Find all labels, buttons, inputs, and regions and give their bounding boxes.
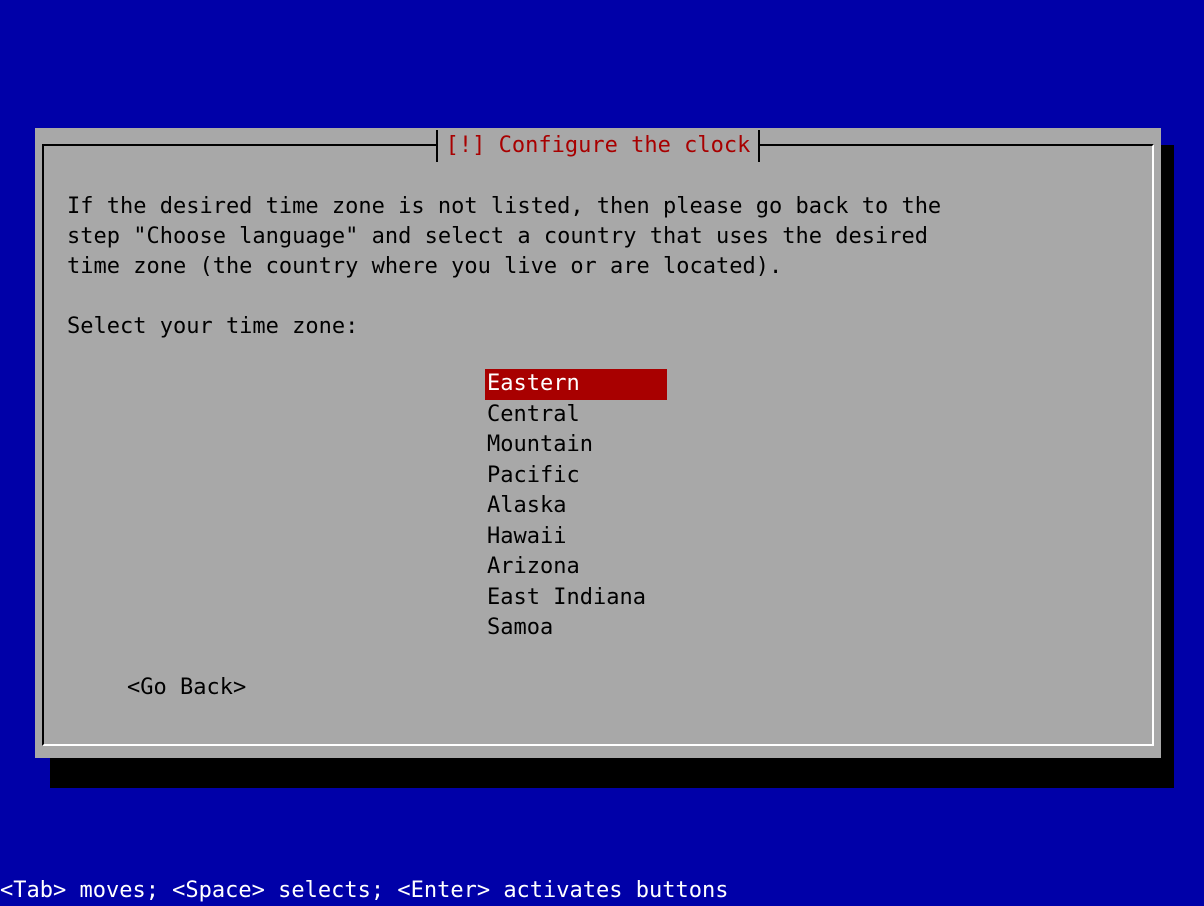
timezone-prompt: Select your time zone: — [67, 314, 359, 339]
timezone-option-arizona[interactable]: Arizona — [485, 552, 667, 583]
timezone-option-samoa[interactable]: Samoa — [485, 613, 667, 644]
go-back-button[interactable]: <Go Back> — [127, 673, 246, 703]
timezone-list[interactable]: Eastern Central Mountain Pacific Alaska … — [485, 369, 667, 644]
dialog-title-bar: [!] Configure the clock — [35, 130, 1161, 162]
dialog-description: If the desired time zone is not listed, … — [67, 194, 942, 279]
timezone-option-east-indiana[interactable]: East Indiana — [485, 583, 667, 614]
configure-clock-dialog: [!] Configure the clock If the desired t… — [35, 128, 1161, 758]
keyboard-help-line: <Tab> moves; <Space> selects; <Enter> ac… — [0, 878, 729, 903]
timezone-option-central[interactable]: Central — [485, 400, 667, 431]
installer-screen: [!] Configure the clock If the desired t… — [0, 0, 1204, 906]
timezone-option-pacific[interactable]: Pacific — [485, 461, 667, 492]
timezone-option-alaska[interactable]: Alaska — [485, 491, 667, 522]
timezone-option-hawaii[interactable]: Hawaii — [485, 522, 667, 553]
timezone-option-mountain[interactable]: Mountain — [485, 430, 667, 461]
timezone-option-eastern[interactable]: Eastern — [485, 369, 667, 400]
dialog-title: [!] Configure the clock — [435, 130, 761, 162]
